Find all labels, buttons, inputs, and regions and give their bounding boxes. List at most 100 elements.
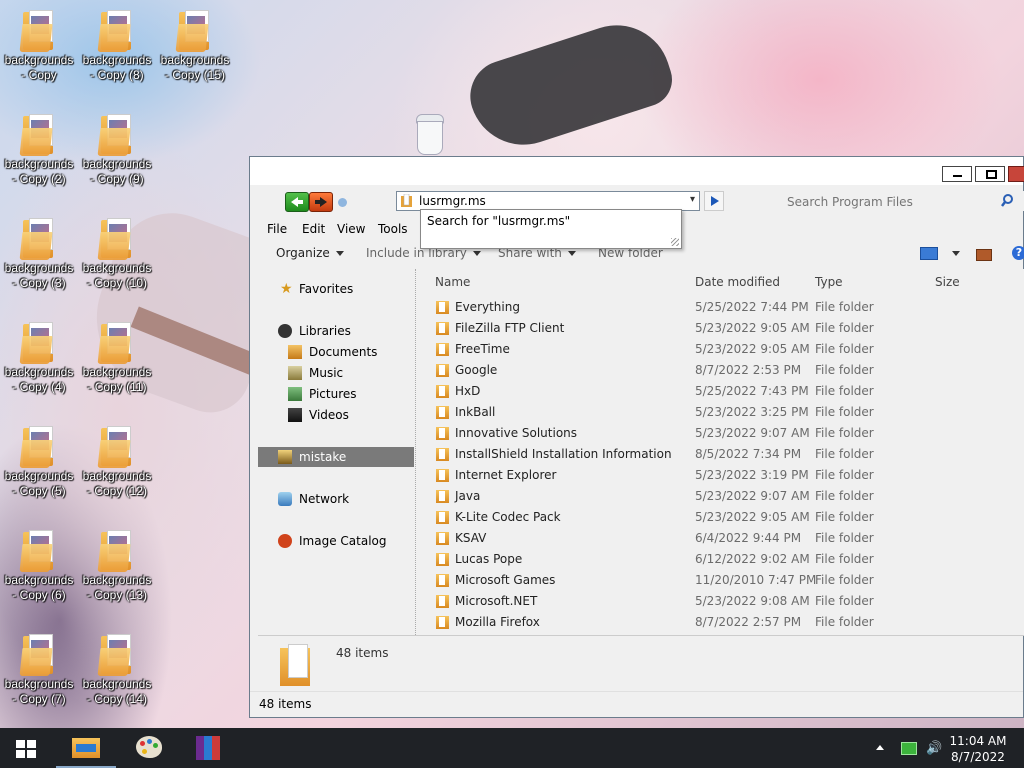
file-explorer-icon <box>72 738 100 758</box>
file-row[interactable]: Innovative Solutions 5/23/2022 9:07 AM Fil… <box>416 423 1016 444</box>
file-name: InkBall <box>455 405 496 419</box>
taskbar-winrar[interactable] <box>180 728 240 768</box>
desktop-folder-shortcut[interactable]: backgrounds - Copy (15) <box>156 8 234 83</box>
close-button[interactable] <box>1008 166 1024 182</box>
column-header-size[interactable]: Size <box>935 275 960 289</box>
desktop-folder-shortcut[interactable]: backgrounds - Copy (7) <box>0 632 78 707</box>
file-row[interactable]: HxD 5/25/2022 7:43 PM File folder <box>416 381 1016 402</box>
file-row[interactable]: FreeTime 5/23/2022 9:05 AM File folder <box>416 339 1016 360</box>
chevron-down-icon[interactable]: ▾ <box>690 194 695 205</box>
file-row[interactable]: K-Lite Codec Pack 5/23/2022 9:05 AM File f… <box>416 507 1016 528</box>
file-type: File folder <box>815 552 874 566</box>
forward-button[interactable] <box>309 192 333 212</box>
desktop-icon-label: backgrounds - Copy (5) <box>4 469 74 498</box>
desktop-icon-label: backgrounds - Copy <box>4 53 74 82</box>
back-button[interactable] <box>285 192 309 212</box>
search-suggestion[interactable]: Search for "lusrmgr.ms" <box>427 214 570 228</box>
organize-button[interactable]: Organize <box>276 246 344 260</box>
folder-icon <box>280 644 314 686</box>
resize-grip-icon[interactable] <box>671 238 679 246</box>
folder-icon <box>436 448 450 461</box>
change-view-icon[interactable] <box>920 247 938 260</box>
clock[interactable]: 11:04 AM 8/7/2022 <box>940 733 1016 765</box>
taskbar-explorer[interactable] <box>56 728 116 768</box>
file-row[interactable]: Internet Explorer 5/23/2022 3:19 PM File f… <box>416 465 1016 486</box>
chevron-down-icon <box>472 251 481 256</box>
menu-edit[interactable]: Edit <box>302 222 325 236</box>
search-icon[interactable] <box>1001 194 1013 207</box>
nav-videos[interactable]: Videos <box>258 405 414 425</box>
file-row[interactable]: Microsoft.NET 5/23/2022 9:08 AM File folde… <box>416 591 1016 612</box>
nav-music[interactable]: Music <box>258 363 414 383</box>
file-name: Internet Explorer <box>455 468 557 482</box>
show-hidden-icons-icon[interactable] <box>876 745 884 750</box>
file-row[interactable]: Microsoft Games 11/20/2010 7:47 PM File fo… <box>416 570 1016 591</box>
menu-file[interactable]: File <box>267 222 287 236</box>
recent-pages-icon[interactable] <box>338 198 347 207</box>
address-autocomplete[interactable]: Search for "lusrmgr.ms" <box>420 209 682 249</box>
file-row[interactable]: Java 5/23/2022 9:07 AM File folder <box>416 486 1016 507</box>
desktop-folder-shortcut[interactable]: backgrounds - Copy (12) <box>78 424 156 499</box>
file-date: 8/5/2022 7:34 PM <box>695 447 802 461</box>
start-button[interactable] <box>16 740 36 758</box>
file-row[interactable]: InstallShield Installation Information 8/… <box>416 444 1016 465</box>
desktop-folder-shortcut[interactable]: backgrounds - Copy (8) <box>78 8 156 83</box>
image-folder-icon <box>19 424 57 468</box>
desktop-folder-shortcut[interactable]: backgrounds - Copy (10) <box>78 216 156 291</box>
file-row[interactable]: Google 8/7/2022 2:53 PM File folder <box>416 360 1016 381</box>
desktop-folder-shortcut[interactable]: backgrounds - Copy (2) <box>0 112 78 187</box>
search-input[interactable] <box>785 193 989 211</box>
go-button[interactable] <box>704 191 724 211</box>
file-row[interactable]: Everything 5/25/2022 7:44 PM File folder <box>416 297 1016 318</box>
menu-tools[interactable]: Tools <box>378 222 408 236</box>
nav-documents[interactable]: Documents <box>258 342 414 362</box>
taskbar-paint[interactable] <box>118 728 178 768</box>
desktop-folder-shortcut[interactable]: backgrounds - Copy <box>0 8 78 83</box>
image-folder-icon <box>97 8 135 52</box>
file-row[interactable]: KSAV 6/4/2022 9:44 PM File folder <box>416 528 1016 549</box>
desktop-folder-shortcut[interactable]: backgrounds - Copy (9) <box>78 112 156 187</box>
search-box[interactable] <box>777 191 1024 211</box>
nav-image-catalog[interactable]: Image Catalog <box>258 531 414 551</box>
maximize-button[interactable] <box>975 166 1005 182</box>
address-input[interactable] <box>419 193 669 209</box>
column-header-date[interactable]: Date modified <box>695 275 780 289</box>
column-header-type[interactable]: Type <box>815 275 843 289</box>
column-header-name[interactable]: Name <box>435 275 470 289</box>
address-bar[interactable]: ▾ <box>396 191 700 211</box>
file-row[interactable]: Mozilla Firefox 8/7/2022 2:57 PM File fold… <box>416 612 1016 633</box>
file-name: FreeTime <box>455 342 510 356</box>
documents-icon <box>288 345 302 359</box>
menu-view[interactable]: View <box>337 222 365 236</box>
title-bar[interactable] <box>250 157 1024 185</box>
file-name: KSAV <box>455 531 487 545</box>
file-date: 5/23/2022 9:05 AM <box>695 321 810 335</box>
desktop-folder-shortcut[interactable]: backgrounds - Copy (3) <box>0 216 78 291</box>
desktop-icon-label: backgrounds - Copy (14) <box>82 677 152 706</box>
recycle-bin-icon[interactable] <box>414 114 444 155</box>
nav-pictures[interactable]: Pictures <box>258 384 414 404</box>
clock-date: 8/7/2022 <box>951 750 1005 764</box>
desktop-folder-shortcut[interactable]: backgrounds - Copy (5) <box>0 424 78 499</box>
nav-favorites[interactable]: ★ Favorites <box>258 279 414 299</box>
desktop-icon-label: backgrounds - Copy (11) <box>82 365 152 394</box>
desktop-icon-label: backgrounds - Copy (12) <box>82 469 152 498</box>
file-row[interactable]: Lucas Pope 6/12/2022 9:02 AM File folder <box>416 549 1016 570</box>
desktop-folder-shortcut[interactable]: backgrounds - Copy (6) <box>0 528 78 603</box>
minimize-button[interactable] <box>942 166 972 182</box>
desktop-folder-shortcut[interactable]: backgrounds - Copy (14) <box>78 632 156 707</box>
nav-mistake[interactable]: mistake <box>258 447 414 467</box>
preview-pane-icon[interactable] <box>976 249 992 261</box>
folder-icon <box>436 385 450 398</box>
nav-network[interactable]: Network <box>258 489 414 509</box>
nav-libraries[interactable]: Libraries <box>258 321 414 341</box>
help-icon[interactable]: ? <box>1012 246 1024 260</box>
file-date: 8/7/2022 2:57 PM <box>695 615 802 629</box>
desktop-folder-shortcut[interactable]: backgrounds - Copy (13) <box>78 528 156 603</box>
file-row[interactable]: InkBall 5/23/2022 3:25 PM File folder <box>416 402 1016 423</box>
desktop-folder-shortcut[interactable]: backgrounds - Copy (4) <box>0 320 78 395</box>
network-status-icon[interactable] <box>901 742 917 755</box>
chevron-down-icon[interactable] <box>952 251 960 256</box>
file-row[interactable]: FileZilla FTP Client 5/23/2022 9:05 AM Fil… <box>416 318 1016 339</box>
desktop-folder-shortcut[interactable]: backgrounds - Copy (11) <box>78 320 156 395</box>
